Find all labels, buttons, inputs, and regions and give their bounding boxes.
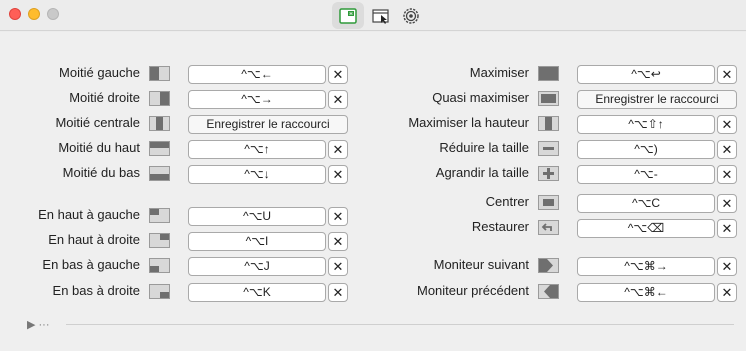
title-bar: ⌘ bbox=[0, 0, 746, 31]
shortcut-field[interactable]: ^⌥→ bbox=[188, 90, 326, 109]
clear-shortcut-button[interactable]: ✕ bbox=[328, 65, 348, 84]
shortcut-field[interactable]: ^⌥⌘→ bbox=[577, 257, 715, 276]
app-window-icon bbox=[372, 8, 389, 24]
shortcut-field[interactable]: ^⌥↓ bbox=[188, 165, 326, 184]
clear-shortcut-button[interactable]: ✕ bbox=[717, 165, 737, 184]
tab-settings[interactable] bbox=[395, 2, 427, 29]
clear-shortcut-button[interactable]: ✕ bbox=[717, 219, 737, 238]
tab-applications[interactable] bbox=[365, 2, 397, 29]
shortcut-field[interactable]: ^⌥⇧↑ bbox=[577, 115, 715, 134]
svg-text:⌘: ⌘ bbox=[349, 11, 353, 16]
chevron-right-icon bbox=[539, 259, 553, 272]
shortcut-field[interactable]: ^⌥U bbox=[188, 207, 326, 226]
clear-shortcut-button[interactable]: ✕ bbox=[328, 283, 348, 302]
tab-keyboard-shortcuts[interactable]: ⌘ bbox=[332, 2, 364, 29]
shortcut-label: Moitié du bas bbox=[62, 165, 140, 180]
shortcut-label: Moniteur suivant bbox=[433, 257, 529, 272]
shortcut-label: Restaurer bbox=[471, 219, 529, 234]
shortcut-field[interactable]: ^⌥↩ bbox=[577, 65, 715, 84]
almost-maximize-icon bbox=[538, 91, 559, 106]
restore-icon bbox=[538, 220, 559, 235]
top-left-icon bbox=[149, 208, 170, 223]
gear-icon bbox=[403, 7, 419, 24]
clear-shortcut-button[interactable]: ✕ bbox=[328, 257, 348, 276]
restore-arrow-icon bbox=[541, 223, 552, 231]
center-half-icon bbox=[149, 116, 170, 131]
bottom-half-icon bbox=[149, 166, 170, 181]
keyboard-shortcut-icon: ⌘ bbox=[339, 7, 357, 24]
shortcut-label: En bas à gauche bbox=[42, 257, 140, 272]
footer-divider bbox=[66, 324, 734, 325]
right-half-icon bbox=[149, 91, 170, 106]
clear-shortcut-button[interactable]: ✕ bbox=[717, 257, 737, 276]
next-display-icon bbox=[538, 258, 559, 273]
shortcuts-pane: Moitié gauche ^⌥← ✕ Moitié droite ^⌥→ ✕ … bbox=[0, 32, 746, 351]
clear-shortcut-button[interactable]: ✕ bbox=[717, 65, 737, 84]
shortcut-label: En haut à droite bbox=[48, 232, 140, 247]
shortcut-label: Agrandir la taille bbox=[435, 165, 529, 180]
shortcut-field[interactable]: ^⌥⌘← bbox=[577, 283, 715, 302]
minus-icon bbox=[538, 141, 559, 156]
shortcut-field[interactable]: ^⌥C bbox=[577, 194, 715, 213]
bottom-left-icon bbox=[149, 258, 170, 273]
shortcut-label: Quasi maximiser bbox=[432, 90, 529, 105]
clear-shortcut-button[interactable]: ✕ bbox=[328, 232, 348, 251]
shortcut-field[interactable]: ^⌥J bbox=[188, 257, 326, 276]
more-options-disclosure[interactable]: ▶ ··· bbox=[27, 318, 50, 331]
shortcut-label: Moitié gauche bbox=[59, 65, 140, 80]
zoom-window-button[interactable] bbox=[47, 8, 59, 20]
shortcut-field[interactable]: ^⌥K bbox=[188, 283, 326, 302]
chevron-left-icon bbox=[544, 285, 558, 298]
clear-shortcut-button[interactable]: ✕ bbox=[328, 140, 348, 159]
record-shortcut-button[interactable]: Enregistrer le raccourci bbox=[577, 90, 737, 109]
clear-shortcut-button[interactable]: ✕ bbox=[328, 90, 348, 109]
shortcut-label: Réduire la taille bbox=[439, 140, 529, 155]
clear-shortcut-button[interactable]: ✕ bbox=[717, 194, 737, 213]
shortcut-label: Moitié centrale bbox=[55, 115, 140, 130]
clear-shortcut-button[interactable]: ✕ bbox=[717, 283, 737, 302]
maximize-height-icon bbox=[538, 116, 559, 131]
minimize-window-button[interactable] bbox=[28, 8, 40, 20]
shortcut-field[interactable]: ^⌥- bbox=[577, 165, 715, 184]
left-half-icon bbox=[149, 66, 170, 81]
shortcut-label: Maximiser bbox=[469, 65, 529, 80]
shortcut-label: En bas à droite bbox=[52, 283, 140, 298]
shortcut-label: Moniteur précédent bbox=[416, 283, 529, 298]
previous-display-icon bbox=[538, 284, 559, 299]
top-half-icon bbox=[149, 141, 170, 156]
shortcut-label: Moitié du haut bbox=[58, 140, 140, 155]
clear-shortcut-button[interactable]: ✕ bbox=[328, 207, 348, 226]
bottom-right-icon bbox=[149, 284, 170, 299]
shortcut-field[interactable]: ^⌥⌫ bbox=[577, 219, 715, 238]
clear-shortcut-button[interactable]: ✕ bbox=[717, 140, 737, 159]
shortcut-field[interactable]: ^⌥← bbox=[188, 65, 326, 84]
center-icon bbox=[538, 195, 559, 210]
clear-shortcut-button[interactable]: ✕ bbox=[328, 165, 348, 184]
plus-icon bbox=[538, 166, 559, 181]
clear-shortcut-button[interactable]: ✕ bbox=[717, 115, 737, 134]
shortcut-label: En haut à gauche bbox=[38, 207, 140, 222]
record-shortcut-button[interactable]: Enregistrer le raccourci bbox=[188, 115, 348, 134]
shortcut-field[interactable]: ^⌥↑ bbox=[188, 140, 326, 159]
shortcut-label: Centrer bbox=[485, 194, 529, 209]
shortcut-field[interactable]: ^⌥I bbox=[188, 232, 326, 251]
close-window-button[interactable] bbox=[9, 8, 21, 20]
shortcut-label: Moitié droite bbox=[69, 90, 140, 105]
maximize-icon bbox=[538, 66, 559, 81]
shortcut-label: Maximiser la hauteur bbox=[408, 115, 529, 130]
top-right-icon bbox=[149, 233, 170, 248]
shortcut-field[interactable]: ^⌥) bbox=[577, 140, 715, 159]
